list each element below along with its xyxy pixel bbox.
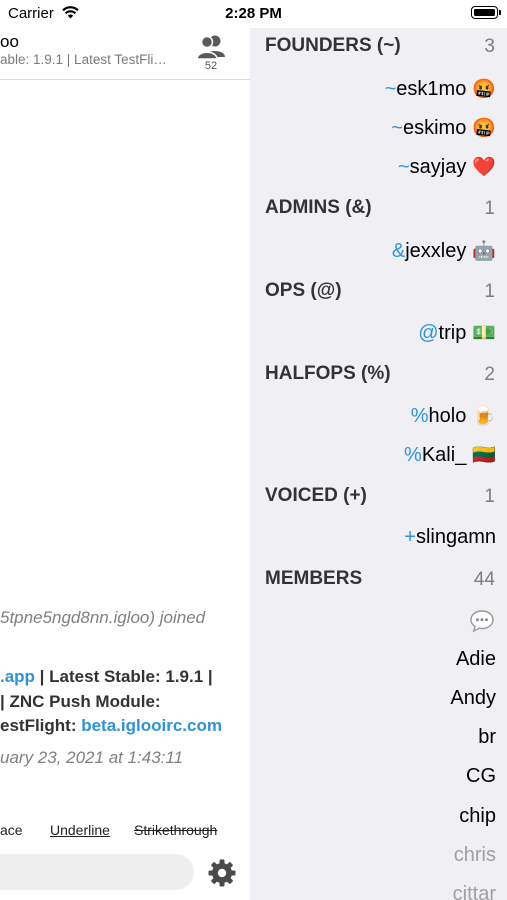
chat-header[interactable]: oo able: 1.9.1 | Latest TestFli… 52: [0, 28, 250, 80]
section-title-members: MEMBERS: [265, 568, 363, 589]
user-name: jexxley: [405, 240, 467, 262]
motd-line-1-text: | Latest Stable: 1.9.1 |: [34, 667, 213, 686]
user-name: eskimo: [402, 117, 467, 139]
user-name: Kali_: [421, 444, 467, 466]
channel-topic: able: 1.9.1 | Latest TestFli…: [0, 52, 167, 67]
user-name: esk1mo: [396, 78, 467, 100]
user-emoji: 💵: [472, 322, 496, 344]
section-count-admins: 1: [484, 198, 495, 219]
motd-link[interactable]: .app: [0, 667, 35, 686]
user-name: sayjay: [409, 156, 467, 178]
motd-line-1: .app | Latest Stable: 1.9.1 |: [0, 665, 222, 690]
user-row[interactable]: Andy: [450, 687, 496, 710]
channel-title: oo: [0, 32, 19, 51]
format-bar: ace Underline Strikethrough: [0, 822, 250, 842]
gear-icon: [208, 859, 236, 887]
user-emoji: 🤖: [472, 240, 496, 262]
user-row[interactable]: %holo 🍺: [411, 404, 496, 428]
battery-tip: [499, 10, 501, 15]
user-row[interactable]: ~esk1mo 🤬: [385, 77, 496, 101]
user-row[interactable]: br: [478, 726, 496, 749]
user-row[interactable]: chip: [459, 805, 496, 828]
user-prefix: @: [418, 322, 439, 344]
motd-line-3: estFlight: beta.iglooirc.com: [0, 714, 222, 739]
message-input[interactable]: [0, 854, 194, 890]
user-emoji: 🤬: [472, 117, 496, 139]
user-row-away[interactable]: cittar: [453, 883, 496, 900]
section-count-members: 44: [473, 569, 495, 590]
user-emoji: 🇱🇹: [472, 444, 496, 466]
users-icon: [196, 35, 225, 60]
section-title-halfops: HALFOPS (%): [265, 363, 391, 384]
user-prefix: ~: [384, 78, 397, 100]
user-row[interactable]: %Kali_ 🇱🇹: [404, 443, 496, 467]
user-prefix: ~: [391, 117, 403, 139]
format-strikethrough-button[interactable]: Strikethrough: [134, 822, 217, 838]
date-message: uary 23, 2021 at 1:43:11: [0, 748, 184, 767]
clock: 2:28 PM: [225, 5, 282, 22]
section-title-admins: ADMINS (&): [265, 197, 372, 218]
user-emoji: 🍺: [472, 405, 496, 427]
user-row-away[interactable]: chris: [454, 844, 496, 867]
section-title-voiced: VOICED (+): [265, 485, 367, 506]
motd-message: .app | Latest Stable: 1.9.1 | | ZNC Push…: [0, 665, 222, 739]
user-prefix: ~: [397, 156, 410, 178]
format-space-button[interactable]: ace: [0, 822, 23, 838]
section-count-founders: 3: [484, 36, 495, 57]
section-title-founders: FOUNDERS (~): [265, 35, 401, 56]
user-emoji: ❤️: [472, 156, 496, 178]
user-prefix: %: [404, 444, 422, 466]
user-list: FOUNDERS (~) 3 ~esk1mo 🤬 ~eskimo 🤬 ~sayjay…: [250, 28, 507, 900]
join-message: 5tpne5ngd8nn.igloo) joined: [0, 608, 206, 627]
user-row[interactable]: +slingamn: [404, 526, 496, 549]
testflight-link[interactable]: beta.iglooirc.com: [81, 716, 222, 735]
section-count-ops: 1: [484, 281, 495, 302]
settings-button[interactable]: [207, 858, 237, 888]
format-underline-button[interactable]: Underline: [50, 822, 110, 838]
user-prefix: %: [410, 405, 429, 427]
status-bar: Carrier 2:28 PM: [0, 0, 507, 28]
section-title-ops: OPS (@): [265, 280, 342, 301]
section-count-halfops: 2: [484, 364, 495, 385]
motd-line-2: | ZNC Push Module:: [0, 691, 161, 711]
user-row[interactable]: Adie: [456, 648, 496, 671]
user-row[interactable]: CG: [466, 765, 496, 788]
user-row[interactable]: @trip 💵: [418, 321, 496, 345]
battery-icon: [471, 6, 498, 19]
users-button[interactable]: 52: [195, 33, 227, 73]
speech-bubble-icon[interactable]: [469, 609, 495, 638]
user-name: trip: [438, 322, 467, 344]
user-row[interactable]: ~eskimo 🤬: [391, 116, 496, 140]
user-count: 52: [204, 60, 218, 72]
user-prefix: +: [404, 526, 416, 548]
user-prefix: &: [391, 240, 406, 262]
user-name: slingamn: [415, 526, 496, 548]
user-row[interactable]: ~sayjay ❤️: [398, 155, 496, 179]
section-count-voiced: 1: [484, 486, 495, 507]
user-name: holo: [428, 405, 467, 427]
user-emoji: 🤬: [472, 78, 496, 100]
chat-pane: oo able: 1.9.1 | Latest TestFli… 52 5tpn…: [0, 28, 250, 900]
motd-line-3-text: estFlight:: [0, 716, 82, 735]
user-row[interactable]: &jexxley 🤖: [392, 239, 496, 263]
